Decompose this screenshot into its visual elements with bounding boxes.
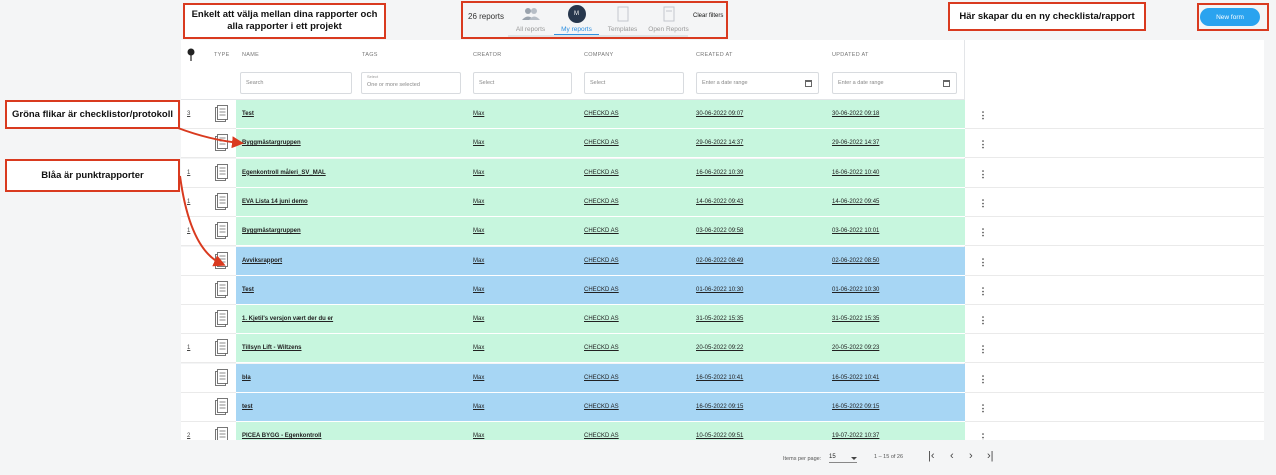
reports-page: 26 reports All reports M My reports Temp… xyxy=(0,0,1276,475)
annotation-arrows xyxy=(177,127,244,267)
arrow-green xyxy=(177,127,244,149)
arrow-blue xyxy=(179,175,226,267)
